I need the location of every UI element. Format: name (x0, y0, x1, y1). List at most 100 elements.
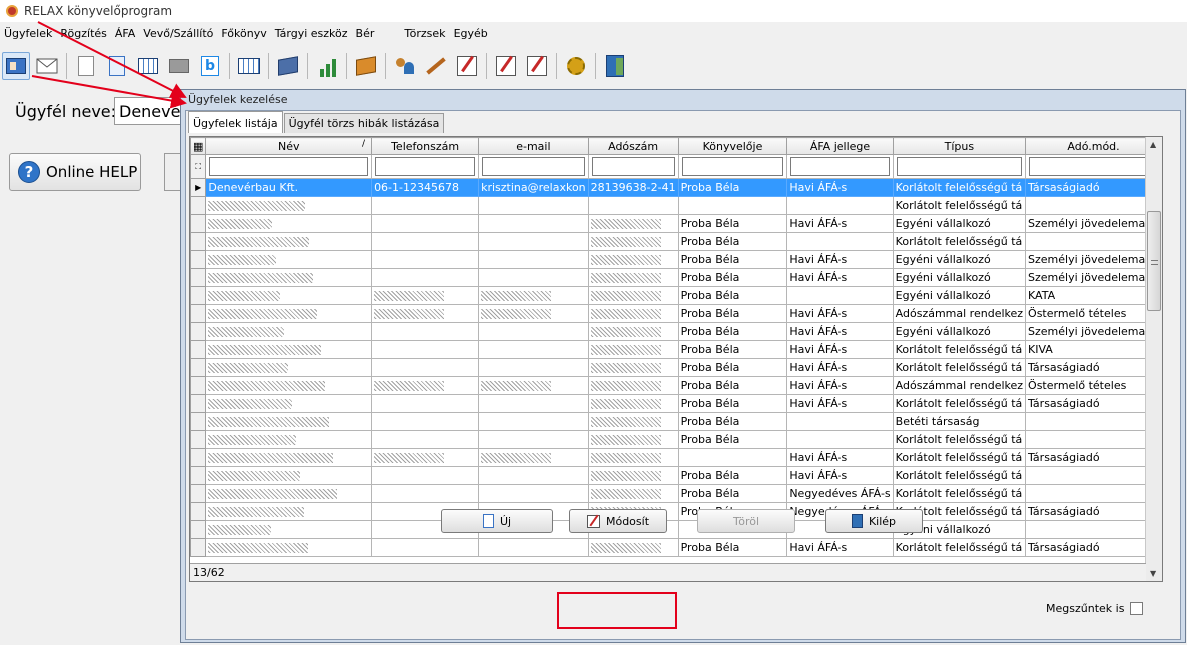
col-header-tax-mode[interactable]: Adó.mód. (1025, 137, 1162, 155)
edit-button[interactable]: Módosít (569, 509, 667, 533)
filter-email-input[interactable] (482, 157, 585, 176)
scroll-up-icon[interactable]: ▲ (1150, 140, 1156, 149)
discontinued-checkbox[interactable] (1130, 602, 1143, 615)
row-indicator[interactable] (190, 394, 207, 413)
table-row[interactable]: Proba Béla Havi ÁFÁ-s Adószámmal rendelkez… (190, 376, 1162, 395)
people-icon[interactable] (391, 52, 419, 80)
row-indicator[interactable] (190, 286, 207, 305)
col-header-tax-number[interactable]: Adószám (587, 137, 679, 155)
menu-ugyfelek[interactable]: Ügyfelek (0, 24, 56, 44)
pen-list-icon[interactable] (523, 52, 551, 80)
table-row[interactable]: Korlátolt felelősségű tá (190, 196, 1162, 215)
menu-torzsek[interactable]: Törzsek (400, 24, 449, 44)
new-button[interactable]: Új (441, 509, 553, 533)
menu-fokonyv[interactable]: Főkönyv (217, 24, 270, 44)
table-row[interactable]: Egyéni vállalkozó (190, 520, 1162, 539)
row-indicator[interactable] (190, 376, 207, 395)
vertical-scrollbar[interactable]: ▲ ▼ (1145, 137, 1162, 581)
row-indicator[interactable] (190, 430, 207, 449)
col-header-name[interactable]: Név / (205, 137, 373, 155)
row-indicator[interactable] (190, 412, 207, 431)
filter-taxmode-input[interactable] (1029, 157, 1158, 176)
calculator-icon[interactable] (134, 52, 162, 80)
table-row[interactable]: Proba Béla Havi ÁFÁ-s Egyéni vállalkozó Sze… (190, 322, 1162, 341)
col-header-email[interactable]: e-mail (478, 137, 589, 155)
row-indicator[interactable] (190, 520, 207, 539)
filter-bookkeeper-input[interactable] (681, 157, 784, 176)
table-row[interactable]: Proba Béla Havi ÁFÁ-s Korlátolt felelősség… (190, 394, 1162, 413)
edit-icon[interactable] (453, 52, 481, 80)
online-help-button[interactable]: ? Online HELP (9, 153, 141, 191)
tab-clients-list[interactable]: Ügyfelek listája (188, 111, 283, 133)
table-row[interactable]: Proba Béla Betéti társaság (190, 412, 1162, 431)
filter-tax-input[interactable] (591, 157, 675, 176)
table-row[interactable]: Proba BélaNegyedéves ÁFÁ-sKorlátolt fele… (190, 502, 1162, 521)
filter-vat-input[interactable] (790, 157, 890, 176)
magic-wand-icon[interactable] (422, 52, 450, 80)
col-header-type[interactable]: Típus (892, 137, 1027, 155)
filter-name-input[interactable] (209, 157, 369, 176)
column-chooser-icon[interactable]: ▦ (190, 137, 207, 155)
filter-type-input[interactable] (896, 157, 1023, 176)
table-row[interactable]: Proba Béla Havi ÁFÁ-s Korlátolt felelősség… (190, 340, 1162, 359)
row-indicator[interactable] (190, 214, 207, 233)
table-row[interactable]: Proba Béla Havi ÁFÁ-s Egyéni vállalkozó Sze… (190, 268, 1162, 287)
orange-book-icon[interactable] (352, 52, 380, 80)
table-row[interactable]: Havi ÁFÁ-s Korlátolt felelősségű tá Társas… (190, 448, 1162, 467)
menu-rogzites[interactable]: Rögzítés (56, 24, 111, 44)
row-indicator[interactable] (190, 538, 207, 557)
client-card-icon[interactable] (2, 52, 30, 80)
table-row[interactable]: Proba Béla Havi ÁFÁ-s Adószámmal rendelkez… (190, 304, 1162, 323)
row-indicator[interactable] (190, 340, 207, 359)
table-row[interactable]: Proba Béla Korlátolt felelősségű tá (190, 430, 1162, 449)
bar-chart-icon[interactable] (313, 52, 341, 80)
row-indicator[interactable] (190, 268, 207, 287)
table-row[interactable]: Proba Béla Havi ÁFÁ-s Egyéni vállalkozó Sze… (190, 250, 1162, 269)
menu-afa[interactable]: ÁFA (111, 24, 139, 44)
table-row[interactable]: Proba Béla Havi ÁFÁ-s Korlátolt felelősség… (190, 466, 1162, 485)
row-indicator[interactable] (190, 466, 207, 485)
pen-red-icon[interactable] (492, 52, 520, 80)
col-header-vat-type[interactable]: ÁFA jellege (786, 137, 894, 155)
table-row[interactable]: Proba Béla Havi ÁFÁ-s Korlátolt felelősség… (190, 358, 1162, 377)
row-indicator[interactable] (190, 448, 207, 467)
envelope-icon[interactable] (33, 52, 61, 80)
exit-door-icon[interactable] (601, 52, 629, 80)
exit-button[interactable]: Kilép (825, 509, 923, 533)
table-row[interactable]: Proba Béla Egyéni vállalkozó KATA (190, 286, 1162, 305)
menu-egyeb[interactable]: Egyéb (450, 24, 492, 44)
scroll-thumb[interactable] (1147, 211, 1161, 311)
table-icon[interactable] (235, 52, 263, 80)
cell-email (478, 214, 589, 233)
table-row[interactable]: ▶ Denevérbau Kft. 06-1-12345678 krisztina@r… (190, 178, 1162, 197)
row-indicator[interactable] (190, 502, 207, 521)
document-icon[interactable] (72, 52, 100, 80)
menu-ber[interactable]: Bér (352, 24, 379, 44)
row-indicator[interactable] (190, 232, 207, 251)
row-indicator[interactable] (190, 196, 207, 215)
table-row[interactable]: Proba Béla Havi ÁFÁ-s Egyéni vállalkozó Sze… (190, 214, 1162, 233)
delete-button[interactable]: Töröl (697, 509, 795, 533)
col-header-bookkeeper[interactable]: Könyvelője (677, 137, 788, 155)
menu-targyi-eszkoz[interactable]: Tárgyi eszköz (271, 24, 352, 44)
blue-book-icon[interactable] (274, 52, 302, 80)
table-row[interactable]: Proba Béla Havi ÁFÁ-s Korlátolt felelősség… (190, 538, 1162, 557)
menu-vevo-szallito[interactable]: Vevő/Szállító (139, 24, 217, 44)
cell-type: Korlátolt felelősségű tá (892, 340, 1027, 359)
row-indicator[interactable] (190, 250, 207, 269)
row-indicator[interactable] (190, 484, 207, 503)
scroll-down-icon[interactable]: ▼ (1150, 569, 1156, 578)
documents-icon[interactable] (103, 52, 131, 80)
gear-icon[interactable] (562, 52, 590, 80)
table-row[interactable]: Proba BélaNegyedéves ÁFÁ-sKorlátolt fele… (190, 484, 1162, 503)
current-row-icon[interactable]: ▶ (190, 178, 207, 197)
filter-phone-input[interactable] (375, 157, 476, 176)
row-indicator[interactable] (190, 322, 207, 341)
b-document-icon[interactable]: b (196, 52, 224, 80)
table-row[interactable]: Proba Béla Korlátolt felelősségű tá (190, 232, 1162, 251)
col-header-phone[interactable]: Telefonszám (371, 137, 480, 155)
row-indicator[interactable] (190, 358, 207, 377)
row-indicator[interactable] (190, 304, 207, 323)
tab-client-errors[interactable]: Ügyfél törzs hibák listázása (283, 113, 445, 133)
grey-box-icon[interactable] (165, 52, 193, 80)
